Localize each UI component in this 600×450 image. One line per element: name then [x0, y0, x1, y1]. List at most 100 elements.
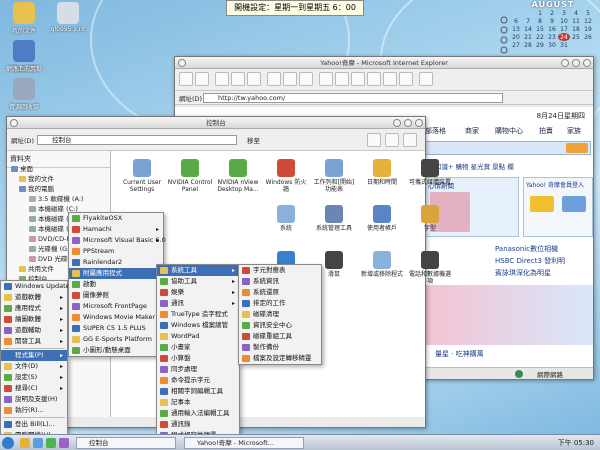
menu-item[interactable]: FlyakiteOSX [69, 213, 163, 224]
menu-item[interactable]: 相關字詞編輯工具 [157, 386, 239, 397]
menu-item[interactable]: 開發工具 ▸ [1, 336, 67, 347]
news-item[interactable]: HSBC Direct3 發利明 [495, 255, 565, 267]
ie-bottom-text[interactable]: 量星 · 吃神購萬 [435, 349, 484, 359]
menu-item[interactable]: 磁碟重組工具 [239, 331, 321, 342]
tree-item[interactable]: 光碟機 (G:) [29, 245, 72, 254]
tree-item[interactable]: 3.5 軟碟機 (A:) [29, 195, 84, 204]
menu-item[interactable]: 系統工具 ▸ [157, 265, 239, 276]
back-icon[interactable] [179, 72, 193, 86]
messenger-icon[interactable] [383, 72, 397, 86]
cp-address-input[interactable]: 控制台 [37, 135, 237, 145]
nav-tab[interactable]: 家族 [567, 126, 581, 136]
calendar-day[interactable]: 1 [534, 9, 546, 17]
mail-button[interactable] [530, 196, 554, 212]
menu-item[interactable]: SUPER C5 1.5 PLUS [69, 323, 163, 334]
tree-item[interactable]: 桌面 [11, 165, 33, 174]
menu-item[interactable]: 資訊安全中心 [239, 320, 321, 331]
view-icon[interactable] [367, 133, 381, 147]
menu-item[interactable]: 啟動▸ [69, 279, 163, 290]
calendar-day[interactable]: 27 [510, 41, 522, 49]
menu-item[interactable]: 應用程式 ▸ [1, 303, 67, 314]
menu-item[interactable]: 登出 Bill(L)... [1, 419, 67, 430]
view-icon[interactable] [385, 133, 399, 147]
control-panel-item[interactable]: 可攜式媒體裝置 [407, 159, 453, 186]
menu-item[interactable]: Windows Update [1, 281, 70, 292]
edit-icon[interactable] [351, 72, 365, 86]
control-panel-item[interactable]: Windows 防火牆 [263, 159, 309, 193]
control-panel-item[interactable]: NVIDIA nView Desktop Ma... [215, 159, 261, 193]
ie-minimize-button[interactable] [561, 59, 569, 67]
control-panel-item[interactable]: 系統管理工具 [311, 205, 357, 232]
history-icon[interactable] [299, 72, 313, 86]
menu-item[interactable]: 系統還原 [239, 287, 321, 298]
menu-item[interactable]: 檔案及設定轉移精靈 [239, 353, 321, 364]
calendar-day[interactable]: 19 [582, 25, 594, 33]
discuss-icon[interactable] [367, 72, 381, 86]
control-panel-item[interactable]: 工作列和[開始]功能表 [311, 159, 357, 193]
menu-item[interactable]: 小算盤 [157, 353, 239, 364]
menu-item[interactable]: Microsoft FrontPage [69, 301, 163, 312]
calendar-day[interactable]: 15 [534, 25, 546, 33]
cp-minimize-button[interactable] [393, 119, 401, 127]
cp-close-button[interactable] [415, 119, 423, 127]
search-icon[interactable] [267, 72, 281, 86]
refresh-icon[interactable] [231, 72, 245, 86]
menu-item[interactable]: 通用輸入法編輯工具 [157, 408, 239, 419]
control-panel-item[interactable]: 日期和時間 [359, 159, 405, 186]
task-ie[interactable]: Yahoo!奇摩 - Microsoft... [184, 437, 304, 449]
menu-item[interactable]: 遊戲軟體 ▸ [1, 292, 67, 303]
control-panel-item[interactable]: 電話和數據機選項 [407, 251, 453, 285]
start-button[interactable] [2, 437, 14, 449]
calendar-day[interactable]: 29 [534, 41, 546, 49]
research-icon[interactable] [419, 72, 433, 86]
quick-launch-icon[interactable] [33, 438, 43, 448]
desktop-icon-network-places[interactable]: 網路上的芳鄰 [2, 40, 46, 73]
news-item[interactable]: Panasonic數位相機 [495, 243, 565, 255]
calendar-day[interactable]: 25 [570, 33, 582, 41]
calendar-day[interactable]: 5 [582, 9, 594, 17]
menu-item[interactable]: WordPad [157, 331, 239, 342]
menu-item[interactable]: TrueType 造字程式 [157, 309, 239, 320]
menu-item[interactable]: 程式集(P) ▸ [1, 350, 67, 361]
quick-launch-icon[interactable] [46, 438, 56, 448]
calendar-day[interactable]: 2 [546, 9, 558, 17]
favorites-icon[interactable] [283, 72, 297, 86]
calendar-day[interactable]: 26 [582, 33, 594, 41]
menu-item[interactable]: 說明及支援(H) [1, 394, 67, 405]
calendar-day[interactable]: 18 [570, 25, 582, 33]
menu-item[interactable]: 製作備份 [239, 342, 321, 353]
control-panel-item[interactable]: 新增或移除程式 [359, 251, 405, 278]
ie-banner-image[interactable] [425, 285, 593, 345]
menu-item[interactable]: PPStream [69, 246, 163, 257]
nav-tab[interactable]: 商家 [465, 126, 479, 136]
menu-item[interactable]: 小畫家 [157, 342, 239, 353]
cp-maximize-button[interactable] [404, 119, 412, 127]
menu-item[interactable]: Windows 檔案總管 [157, 320, 239, 331]
menu-item[interactable]: 小圖形/動態桌面 [69, 345, 163, 356]
ie-titlebar[interactable]: Yahoo!奇摩 - Microsoft Internet Explorer [175, 57, 593, 69]
ie-maximize-button[interactable] [572, 59, 580, 67]
cp-titlebar[interactable]: 控制台 [7, 117, 425, 129]
menu-item[interactable]: 通訊錄 [157, 419, 239, 430]
calendar-day[interactable]: 16 [546, 25, 558, 33]
menu-item[interactable]: 記事本 [157, 397, 239, 408]
ie-address-input[interactable]: http://tw.yahoo.com/ [203, 93, 503, 103]
calendar-day[interactable]: 21 [522, 33, 534, 41]
calendar-day[interactable]: 14 [522, 25, 534, 33]
calendar-day[interactable]: 6 [510, 17, 522, 25]
menu-item[interactable]: Rainlendar2 [69, 257, 163, 268]
task-control-panel[interactable]: 控制台 [76, 437, 176, 449]
menu-item[interactable]: 排定的工作 [239, 298, 321, 309]
view-icon[interactable] [403, 133, 417, 147]
stop-icon[interactable] [215, 72, 229, 86]
tree-item[interactable]: 我的電腦 [19, 185, 54, 194]
menu-item[interactable]: Hamachi ▸ [69, 224, 163, 235]
calendar-day[interactable]: 9 [546, 17, 558, 25]
nav-tab[interactable]: 拍賣 [539, 126, 553, 136]
menu-item[interactable]: Windows Movie Maker [69, 312, 163, 323]
desktop-icon-file[interactable]: ql0995.jr.rit [46, 2, 90, 33]
calendar-day[interactable] [510, 9, 522, 17]
member-login-label[interactable]: Yahoo! 奇摩會員登入 [524, 178, 592, 191]
menu-item[interactable]: GG E-Sports Platform [69, 334, 163, 345]
menu-item[interactable]: 附屬應用程式▸ [69, 268, 163, 279]
